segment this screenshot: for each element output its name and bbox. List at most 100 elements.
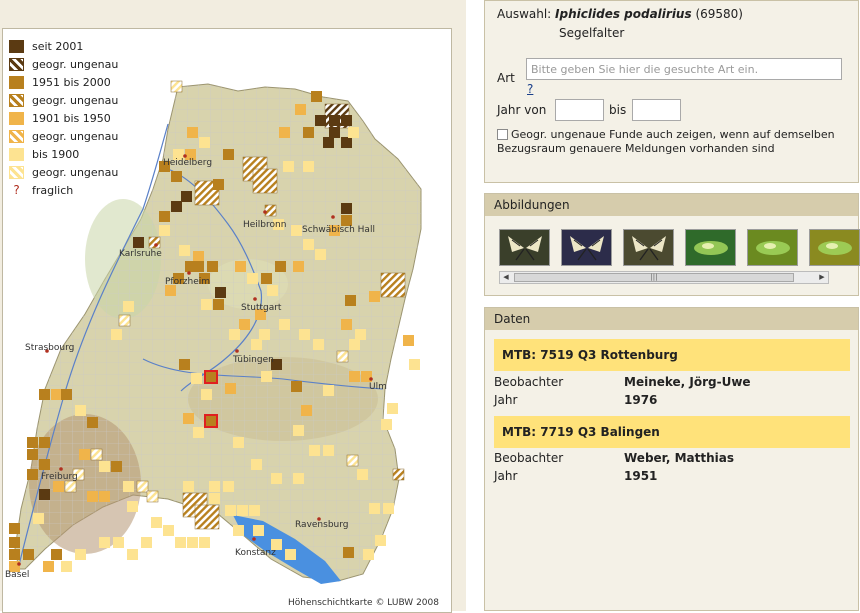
occurrence-square[interactable] bbox=[111, 461, 122, 472]
occurrence-square[interactable] bbox=[261, 371, 272, 382]
occurrence-square[interactable] bbox=[9, 537, 20, 548]
occurrence-square[interactable] bbox=[175, 537, 186, 548]
occurrence-square[interactable] bbox=[87, 491, 98, 502]
occurrence-square[interactable] bbox=[349, 339, 360, 350]
occurrence-square[interactable] bbox=[345, 295, 356, 306]
occurrence-square[interactable] bbox=[201, 389, 212, 400]
occurrence-square[interactable] bbox=[341, 115, 352, 126]
occurrence-square[interactable] bbox=[201, 299, 212, 310]
occurrence-square[interactable] bbox=[309, 445, 320, 456]
occurrence-square[interactable] bbox=[51, 549, 62, 560]
occurrence-square[interactable] bbox=[170, 80, 183, 93]
distribution-map[interactable]: seit 2001 geogr. ungenau 1951 bis 2000 geog… bbox=[2, 28, 452, 613]
occurrence-square[interactable] bbox=[229, 329, 240, 340]
occurrence-square[interactable] bbox=[194, 504, 220, 530]
occurrence-square[interactable] bbox=[303, 239, 314, 250]
occurrence-square[interactable] bbox=[311, 91, 322, 102]
occurrence-square[interactable] bbox=[87, 417, 98, 428]
occurrence-square[interactable] bbox=[39, 459, 50, 470]
occurrence-square[interactable] bbox=[303, 161, 314, 172]
occurrence-square[interactable] bbox=[225, 383, 236, 394]
occurrence-square[interactable] bbox=[171, 201, 182, 212]
occurrence-square[interactable] bbox=[295, 104, 306, 115]
occurrence-square[interactable] bbox=[261, 273, 272, 284]
help-link[interactable]: ? bbox=[527, 82, 533, 96]
occurrence-square[interactable] bbox=[159, 225, 170, 236]
occurrence-square[interactable] bbox=[252, 168, 278, 194]
occurrence-square[interactable] bbox=[341, 319, 352, 330]
occurrence-square[interactable] bbox=[207, 261, 218, 272]
occurrence-square[interactable] bbox=[123, 301, 134, 312]
occurrence-square[interactable] bbox=[329, 115, 340, 126]
occurrence-square[interactable] bbox=[348, 127, 359, 138]
occurrence-square[interactable] bbox=[179, 245, 190, 256]
occurrence-square[interactable] bbox=[301, 405, 312, 416]
occurrence-square[interactable] bbox=[9, 523, 20, 534]
occurrence-square[interactable] bbox=[118, 314, 131, 327]
occurrence-square[interactable] bbox=[346, 454, 359, 467]
occurrence-square[interactable] bbox=[90, 448, 103, 461]
occurrence-square[interactable] bbox=[39, 489, 50, 500]
occurrence-square[interactable] bbox=[209, 481, 220, 492]
occurrence-square[interactable] bbox=[283, 161, 294, 172]
occurrence-square[interactable] bbox=[171, 171, 182, 182]
occurrence-square[interactable] bbox=[383, 503, 394, 514]
occurrence-square[interactable] bbox=[99, 461, 110, 472]
occurrence-square[interactable] bbox=[111, 329, 122, 340]
caterpillar-photo-1[interactable] bbox=[685, 229, 736, 266]
occurrence-square[interactable] bbox=[323, 385, 334, 396]
occurrence-square[interactable] bbox=[291, 225, 302, 236]
occurrence-square[interactable] bbox=[181, 191, 192, 202]
occurrence-square[interactable] bbox=[136, 480, 149, 493]
species-search-input[interactable] bbox=[526, 58, 842, 80]
occurrence-square[interactable] bbox=[285, 549, 296, 560]
occurrence-square[interactable] bbox=[267, 285, 278, 296]
occurrence-square[interactable] bbox=[99, 491, 110, 502]
occurrence-square[interactable] bbox=[264, 204, 277, 217]
occurrence-square[interactable] bbox=[341, 203, 352, 214]
occurrence-square[interactable] bbox=[151, 517, 162, 528]
selected-square-balingen[interactable] bbox=[204, 414, 218, 428]
occurrence-square[interactable] bbox=[187, 127, 198, 138]
occurrence-square[interactable] bbox=[27, 449, 38, 460]
occurrence-square[interactable] bbox=[133, 237, 144, 248]
occurrence-square[interactable] bbox=[213, 299, 224, 310]
occurrence-square[interactable] bbox=[313, 339, 324, 350]
occurrence-square[interactable] bbox=[215, 287, 226, 298]
occurrence-square[interactable] bbox=[123, 481, 134, 492]
occurrence-square[interactable] bbox=[375, 535, 386, 546]
occurrence-square[interactable] bbox=[43, 561, 54, 572]
occurrence-square[interactable] bbox=[253, 525, 264, 536]
occurrence-square[interactable] bbox=[336, 350, 349, 363]
occurrence-square[interactable] bbox=[148, 236, 161, 249]
occurrence-square[interactable] bbox=[75, 549, 86, 560]
occurrence-square[interactable] bbox=[323, 137, 334, 148]
occurrence-square[interactable] bbox=[193, 251, 204, 262]
occurrence-square[interactable] bbox=[392, 468, 405, 481]
occurrence-square[interactable] bbox=[341, 137, 352, 148]
occurrence-square[interactable] bbox=[323, 445, 334, 456]
occurrence-square[interactable] bbox=[355, 329, 366, 340]
occurrence-square[interactable] bbox=[53, 481, 64, 492]
occurrence-square[interactable] bbox=[403, 335, 414, 346]
butterfly-photo-3[interactable] bbox=[623, 229, 674, 266]
caterpillar-photo-3[interactable] bbox=[809, 229, 860, 266]
occurrence-square[interactable] bbox=[191, 373, 202, 384]
occurrence-square[interactable] bbox=[343, 547, 354, 558]
occurrence-square[interactable] bbox=[291, 381, 302, 392]
occurrence-square[interactable] bbox=[27, 469, 38, 480]
occurrence-square[interactable] bbox=[380, 272, 406, 298]
occurrence-square[interactable] bbox=[223, 149, 234, 160]
occurrence-square[interactable] bbox=[275, 261, 286, 272]
occurrence-square[interactable] bbox=[209, 493, 220, 504]
occurrence-square[interactable] bbox=[61, 561, 72, 572]
occurrence-square[interactable] bbox=[387, 403, 398, 414]
occurrence-square[interactable] bbox=[141, 537, 152, 548]
occurrence-square[interactable] bbox=[381, 419, 392, 430]
occurrence-square[interactable] bbox=[39, 437, 50, 448]
occurrence-square[interactable] bbox=[146, 490, 159, 503]
year-from-input[interactable] bbox=[555, 99, 604, 121]
occurrence-square[interactable] bbox=[61, 389, 72, 400]
occurrence-square[interactable] bbox=[27, 437, 38, 448]
occurrence-square[interactable] bbox=[193, 261, 204, 272]
